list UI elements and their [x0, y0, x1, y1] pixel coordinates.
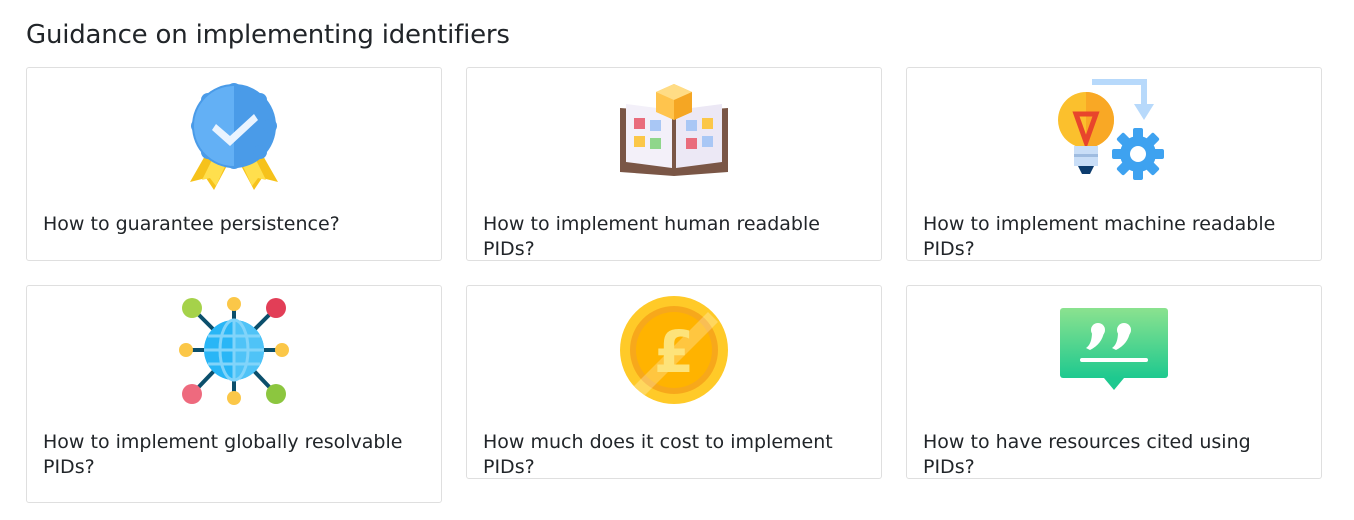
card-label: How to have resources cited using PIDs? [923, 431, 1251, 478]
lightbulb-gear-icon [1056, 76, 1172, 192]
card-resources-cited[interactable]: How to have resources cited using PIDs? [906, 285, 1322, 479]
card-globally-resolvable-pids[interactable]: How to implement globally resolvable PID… [26, 285, 442, 503]
card-label: How to implement machine readable PIDs? [923, 213, 1276, 260]
section-title: Guidance on implementing identifiers [26, 20, 510, 50]
svg-text:£: £ [654, 318, 694, 386]
card-label: How much does it cost to implement PIDs? [483, 431, 833, 478]
card-label: How to implement human readable PIDs? [483, 213, 820, 260]
card-implementation-cost[interactable]: £ How much does it cost to implement PID… [466, 285, 882, 479]
open-book-icon [616, 76, 732, 192]
card-machine-readable-pids[interactable]: How to implement machine readable PIDs? [906, 67, 1322, 261]
card-label: How to implement globally resolvable PID… [43, 431, 403, 478]
quote-bubble-icon [1056, 294, 1172, 410]
globe-network-icon [176, 294, 292, 410]
card-guarantee-persistence[interactable]: How to guarantee persistence? [26, 67, 442, 261]
card-label: How to guarantee persistence? [43, 213, 340, 235]
guidance-cards-grid: How to guarantee persistence? How to imp… [26, 67, 1322, 503]
pound-coin-icon: £ [616, 294, 732, 410]
card-human-readable-pids[interactable]: How to implement human readable PIDs? [466, 67, 882, 261]
award-badge-icon [176, 76, 292, 192]
